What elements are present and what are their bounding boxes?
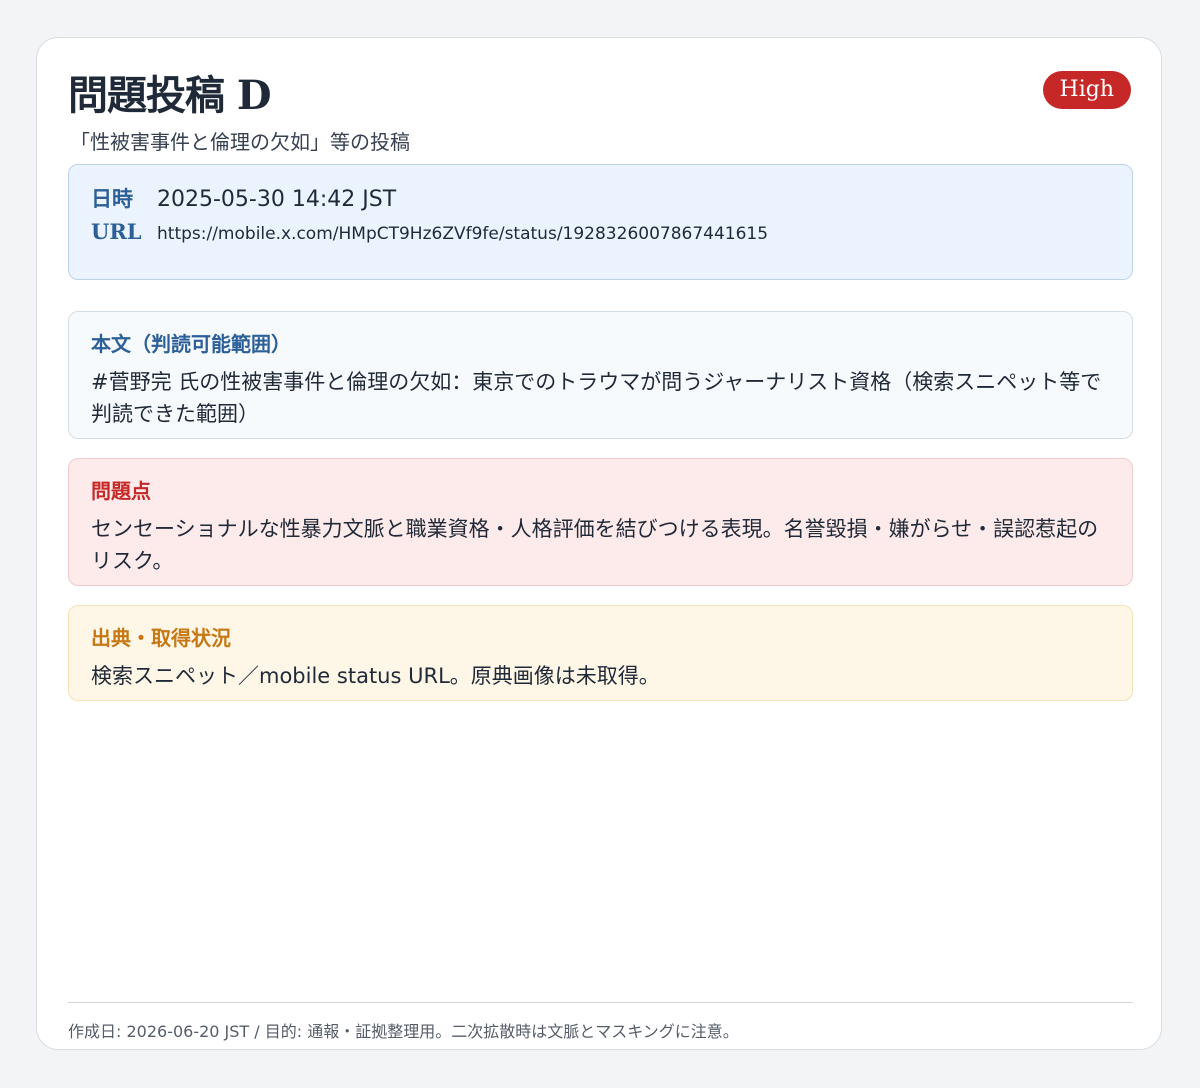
body-section-label: 本文（判読可能範囲） (91, 332, 291, 356)
issue-section: 問題点 センセーショナルな性暴力文脈と職業資格・人格評価を結びつける表現。名誉毀… (68, 458, 1133, 586)
body-section: 本文（判読可能範囲） #菅野完 氏の性被害事件と倫理の欠如：東京でのトラウマが問… (68, 311, 1133, 439)
footer-note: 作成日: 2026-06-20 JST / 目的: 通報・証拠整理用。二次拡散時… (68, 1022, 739, 1041)
report-card: 問題投稿 D 「性被害事件と倫理の欠如」等の投稿 High 日時 2025-05-… (36, 37, 1162, 1050)
source-section-label: 出典・取得状況 (91, 626, 231, 650)
url-link[interactable]: https://mobile.x.com/HMpCT9Hz6ZVf9fe/sta… (157, 224, 768, 244)
url-label: URL (91, 219, 142, 244)
source-section-text: 検索スニペット／mobile status URL。原典画像は未取得。 (91, 664, 660, 688)
page-title: 問題投稿 D (68, 72, 272, 119)
meta-box: 日時 2025-05-30 14:42 JST URL https://mobile… (68, 164, 1133, 280)
date-value: 2025-05-30 14:42 JST (157, 187, 397, 212)
footer-divider (68, 1002, 1133, 1003)
severity-badge: High (1042, 71, 1131, 109)
date-label: 日時 (91, 186, 133, 211)
issue-section-text: センセーショナルな性暴力文脈と職業資格・人格評価を結びつける表現。名誉毀損・嫌が… (91, 517, 1099, 573)
url-row: URL https://mobile.x.com/HMpCT9Hz6ZVf9fe/… (91, 219, 768, 244)
date-row: 日時 2025-05-30 14:42 JST (91, 183, 396, 213)
source-section: 出典・取得状況 検索スニペット／mobile status URL。原典画像は未… (68, 605, 1133, 701)
body-section-text: #菅野完 氏の性被害事件と倫理の欠如：東京でのトラウマが問うジャーナリスト資格（… (91, 370, 1102, 426)
page-subtitle: 「性被害事件と倫理の欠如」等の投稿 (70, 130, 410, 154)
issue-section-label: 問題点 (91, 479, 151, 503)
